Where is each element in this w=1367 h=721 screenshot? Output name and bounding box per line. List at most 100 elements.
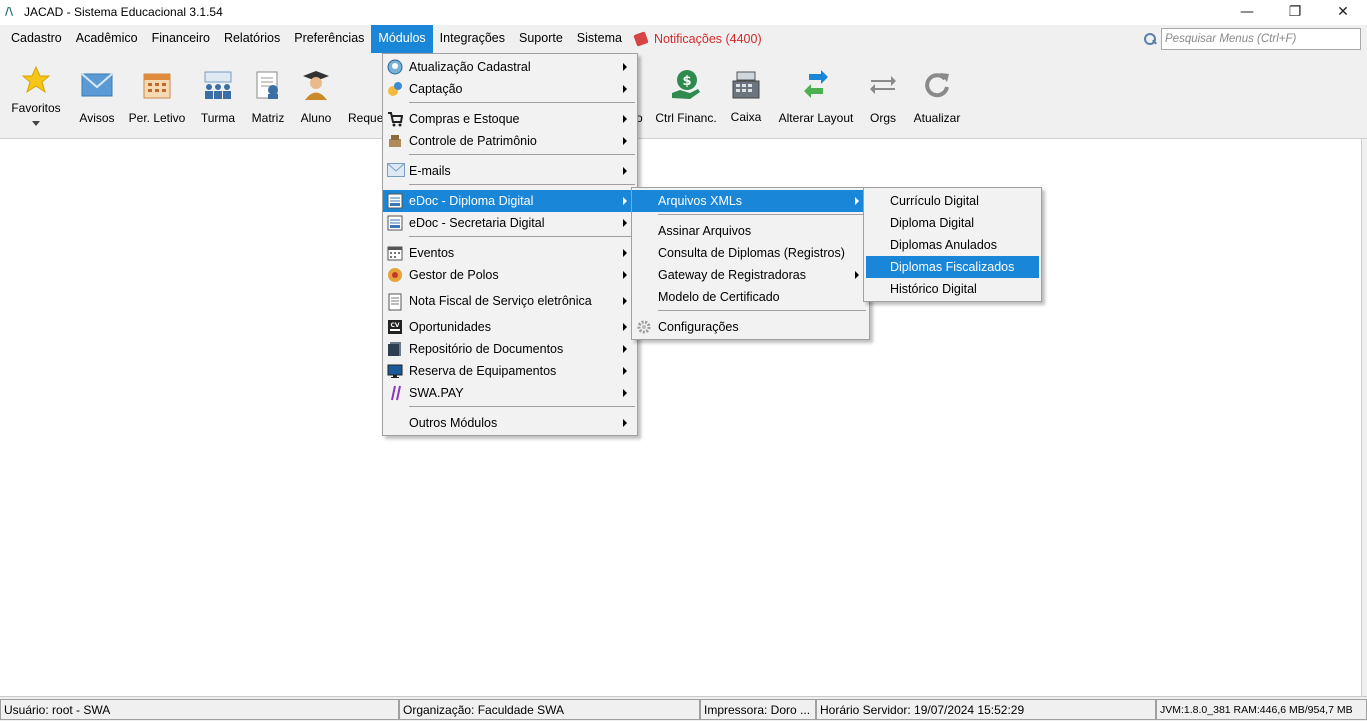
status-impressora[interactable]: Impressora: Doro ... [700, 699, 816, 720]
menu-item-label: Atualização Cadastral [409, 60, 531, 74]
notifications-link[interactable]: Notificações (4400) [629, 31, 768, 47]
per-letivo-button[interactable]: Per. Letivo [128, 53, 186, 139]
menu-item-captacao[interactable]: Captação [383, 78, 637, 100]
menu-item-reserva-equipamentos[interactable]: Reserva de Equipamentos [383, 360, 637, 382]
submenu-item-gateway-registradoras[interactable]: Gateway de Registradoras [632, 264, 869, 286]
menu-item-edoc-diploma-digital[interactable]: eDoc - Diploma Digital [383, 190, 637, 212]
per-letivo-label: Per. Letivo [128, 111, 186, 125]
xml-item-label: Diplomas Fiscalizados [890, 260, 1015, 274]
submenu-item-label: Assinar Arquivos [658, 224, 752, 238]
menu-item-gestor-polos[interactable]: Gestor de Polos [383, 264, 637, 286]
menu-item-eventos[interactable]: Eventos [383, 242, 637, 264]
money-hand-icon: $ [669, 68, 703, 102]
title-bar: /\ JACAD - Sistema Educacional 3.1.54 — … [0, 0, 1367, 23]
menu-item-compras-estoque[interactable]: Compras e Estoque [383, 108, 637, 130]
submenu-arrow-icon [623, 389, 627, 397]
group-icon [201, 68, 235, 102]
submenu-item-consulta-diplomas[interactable]: Consulta de Diplomas (Registros) [632, 242, 869, 264]
atualizar-button[interactable]: Atualizar [910, 53, 964, 139]
aluno-button[interactable]: Aluno [296, 53, 336, 139]
menu-modulos[interactable]: Módulos [371, 25, 433, 53]
menu-item-repositorio-documentos[interactable]: Repositório de Documentos [383, 338, 637, 360]
menu-bar: Cadastro Acadêmico Financeiro Relatórios… [0, 25, 1367, 53]
hub-icon [387, 267, 403, 283]
menu-item-label: Gestor de Polos [409, 268, 499, 282]
menu-item-controle-patrimonio[interactable]: Controle de Patrimônio [383, 130, 637, 152]
requerimentos-button[interactable]: Reque [346, 53, 382, 139]
cart-icon [387, 111, 404, 127]
close-button[interactable]: ✕ [1319, 0, 1367, 23]
xml-item-diploma-digital[interactable]: Diploma Digital [864, 212, 1041, 234]
menu-separator [409, 236, 635, 237]
submenu-arrow-icon [623, 63, 627, 71]
layout-switch-icon [799, 68, 833, 102]
menu-item-label: Compras e Estoque [409, 112, 520, 126]
minimize-button[interactable]: — [1223, 0, 1271, 23]
menu-separator [409, 154, 635, 155]
menu-item-label: Nota Fiscal de Serviço eletrônica [409, 294, 592, 308]
avisos-label: Avisos [79, 111, 115, 125]
menu-suporte[interactable]: Suporte [512, 25, 570, 53]
submenu-arrow-icon [623, 249, 627, 257]
envelope-icon [80, 68, 114, 102]
turma-button[interactable]: Turma [198, 53, 238, 139]
menu-item-label: Oportunidades [409, 320, 492, 334]
menu-item-nota-fiscal[interactable]: Nota Fiscal de Serviço eletrônica [383, 290, 637, 312]
submenu-arrow-icon [623, 297, 627, 305]
search-menus-input[interactable] [1161, 28, 1361, 50]
document-icon [387, 215, 403, 231]
caixa-button[interactable]: Caixa [726, 53, 766, 139]
submenu-item-assinar-arquivos[interactable]: Assinar Arquivos [632, 220, 869, 242]
capture-icon [387, 81, 403, 97]
favoritos-label: Favoritos [11, 101, 61, 115]
folder-icon [387, 341, 403, 357]
xml-item-diplomas-fiscalizados[interactable]: Diplomas Fiscalizados [866, 256, 1039, 278]
maximize-button[interactable]: ❐ [1271, 0, 1319, 23]
submenu-item-arquivos-xmls[interactable]: Arquivos XMLs [632, 190, 869, 212]
alterar-layout-button[interactable]: Alterar Layout [776, 53, 856, 139]
ctrl-financ-button[interactable]: $ Ctrl Financ. [654, 53, 718, 139]
status-bar: Usuário: root - SWA Organização: Faculda… [0, 696, 1367, 721]
submenu-arrow-icon [623, 85, 627, 93]
swapay-icon [387, 385, 403, 401]
menu-item-outros-modulos[interactable]: Outros Módulos [383, 412, 637, 434]
xml-item-curriculo-digital[interactable]: Currículo Digital [864, 190, 1041, 212]
menu-item-e-mails[interactable]: E-mails [383, 160, 637, 182]
menu-item-swa-pay[interactable]: SWA.PAY [383, 382, 637, 404]
menu-integracoes[interactable]: Integrações [433, 25, 512, 53]
menu-financeiro[interactable]: Financeiro [145, 25, 217, 53]
xml-item-diplomas-anulados[interactable]: Diplomas Anulados [864, 234, 1041, 256]
menu-item-label: Controle de Patrimônio [409, 134, 537, 148]
submenu-arrow-icon [855, 197, 859, 205]
menu-item-label: Eventos [409, 246, 455, 260]
matriz-button[interactable]: Matriz [248, 53, 288, 139]
menu-preferencias[interactable]: Preferências [287, 25, 371, 53]
menu-cadastro[interactable]: Cadastro [4, 25, 69, 53]
menu-sistema[interactable]: Sistema [570, 25, 629, 53]
star-icon [19, 63, 53, 97]
xml-item-historico-digital[interactable]: Histórico Digital [864, 278, 1041, 300]
menu-item-oportunidades[interactable]: CV Oportunidades [383, 316, 637, 338]
aluno-label: Aluno [300, 111, 332, 125]
submenu-item-label: Modelo de Certificado [658, 290, 780, 304]
menu-item-atualizacao-cadastral[interactable]: Atualização Cadastral [383, 56, 637, 78]
submenu-arrow-icon [623, 345, 627, 353]
modulos-dropdown: Atualização Cadastral Captação Compras e… [382, 53, 638, 436]
menu-academico[interactable]: Acadêmico [69, 25, 145, 53]
submenu-item-modelo-certificado[interactable]: Modelo de Certificado [632, 286, 869, 308]
refresh-icon [920, 68, 954, 102]
submenu-item-configuracoes[interactable]: Configurações [632, 316, 869, 338]
submenu-item-label: Configurações [658, 320, 739, 334]
menu-item-edoc-secretaria-digital[interactable]: eDoc - Secretaria Digital [383, 212, 637, 234]
favoritos-button[interactable]: Favoritos [8, 53, 64, 139]
menu-relatorios[interactable]: Relatórios [217, 25, 287, 53]
submenu-item-label: Consulta de Diplomas (Registros) [658, 246, 845, 260]
window-controls: — ❐ ✕ [1223, 0, 1367, 23]
toolbar: Favoritos Avisos Per. Letivo Turma Matri… [0, 53, 1367, 139]
caixa-label: Caixa [730, 110, 762, 124]
diploma-digital-submenu: Arquivos XMLs Assinar Arquivos Consulta … [631, 187, 870, 340]
orgs-button[interactable]: Orgs [864, 53, 902, 139]
avisos-button[interactable]: Avisos [76, 53, 118, 139]
menu-item-label: Repositório de Documentos [409, 342, 564, 356]
submenu-arrow-icon [623, 271, 627, 279]
